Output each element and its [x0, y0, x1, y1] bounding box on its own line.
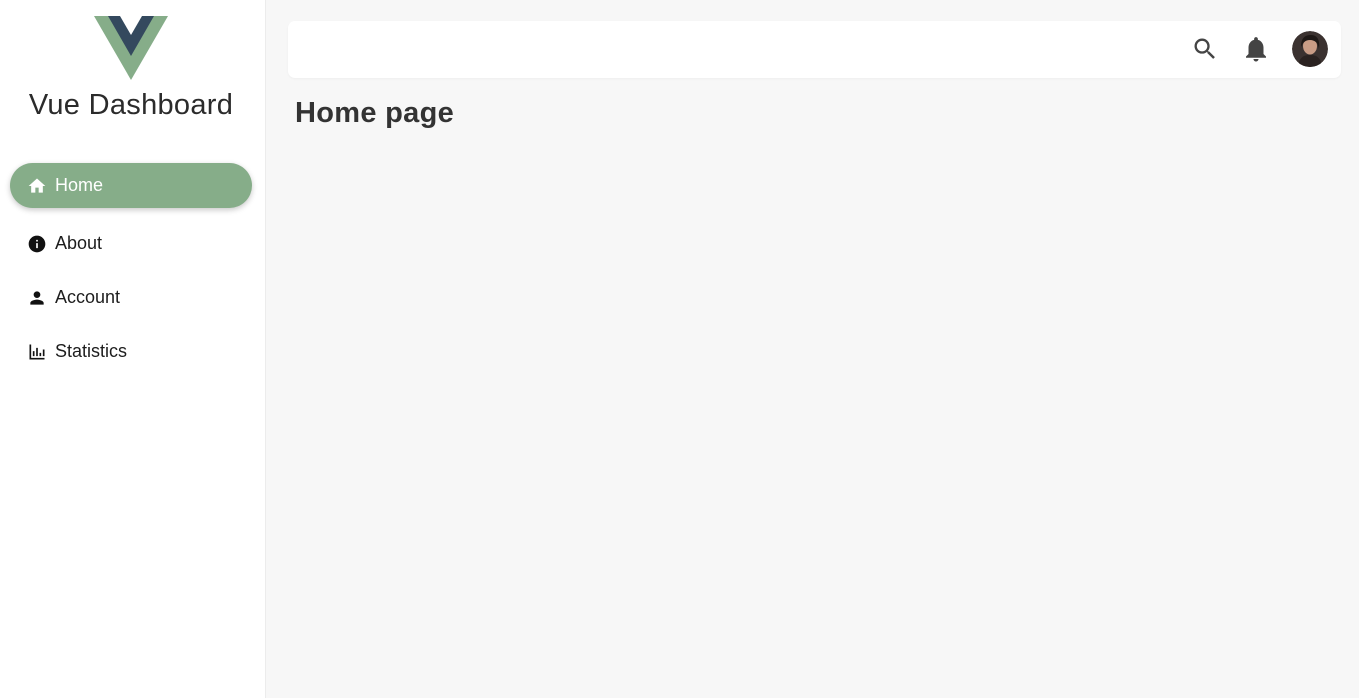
sidebar-nav: Home About Account Statistics — [10, 163, 252, 374]
search-button[interactable] — [1190, 34, 1220, 64]
sidebar-item-about[interactable]: About — [10, 221, 252, 266]
sidebar-item-label: Account — [55, 287, 121, 307]
sidebar-item-home[interactable]: Home — [10, 163, 252, 208]
info-icon — [27, 234, 47, 254]
page-title: Home page — [295, 97, 455, 129]
notifications-button[interactable] — [1241, 34, 1271, 64]
search-icon — [1194, 38, 1215, 59]
user-avatar[interactable] — [1292, 31, 1328, 67]
home-icon — [27, 176, 47, 196]
vue-logo — [94, 16, 168, 80]
sidebar-item-account[interactable]: Account — [10, 275, 252, 320]
sidebar-item-label: About — [55, 233, 103, 253]
app-brand: Vue Dashboard — [28, 89, 234, 121]
sidebar-item-label: Statistics — [55, 341, 128, 361]
person-icon — [27, 288, 47, 308]
sidebar-item-statistics[interactable]: Statistics — [10, 329, 252, 374]
sidebar: Vue Dashboard Home About Account Statist… — [0, 0, 266, 698]
top-bar — [288, 21, 1341, 78]
sidebar-item-label: Home — [55, 175, 104, 195]
bar-chart-icon — [27, 342, 47, 362]
avatar-image — [1292, 31, 1328, 67]
bell-icon — [1246, 37, 1266, 62]
